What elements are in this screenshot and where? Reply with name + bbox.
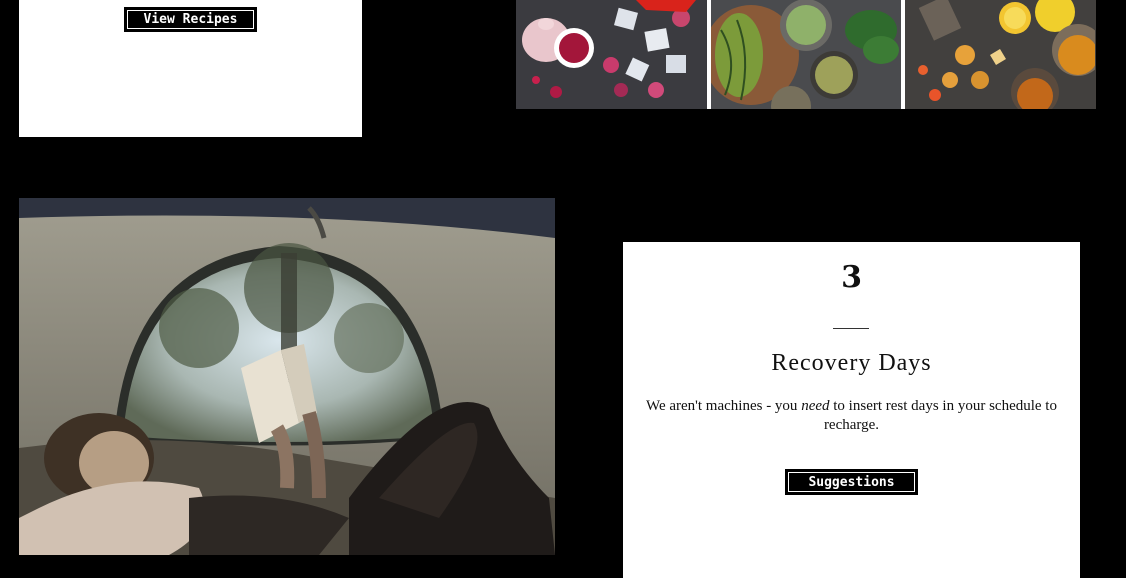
step-number: 3 xyxy=(841,260,862,295)
card-description: We aren't machines - you need to insert … xyxy=(633,397,1070,435)
card-title: Recovery Days xyxy=(771,350,932,376)
description-text-end: to insert rest days in your schedule to … xyxy=(823,398,1057,433)
recovery-days-card: 3 Recovery Days We aren't machines - you… xyxy=(623,242,1080,578)
woman-reading-in-tent-photo xyxy=(19,198,555,555)
recipes-card: View Recipes xyxy=(19,0,362,137)
suggestions-button[interactable]: Suggestions xyxy=(785,469,918,495)
view-recipes-button[interactable]: View Recipes xyxy=(124,7,257,32)
berries-and-ice-photo xyxy=(516,0,707,109)
citrus-and-spices-photo xyxy=(905,0,1097,109)
description-emphasis: need xyxy=(801,398,830,414)
description-text-start: We aren't machines - you xyxy=(646,398,802,414)
food-gallery xyxy=(516,0,1097,109)
melon-and-herbs-photo xyxy=(710,0,902,109)
divider xyxy=(833,328,869,329)
